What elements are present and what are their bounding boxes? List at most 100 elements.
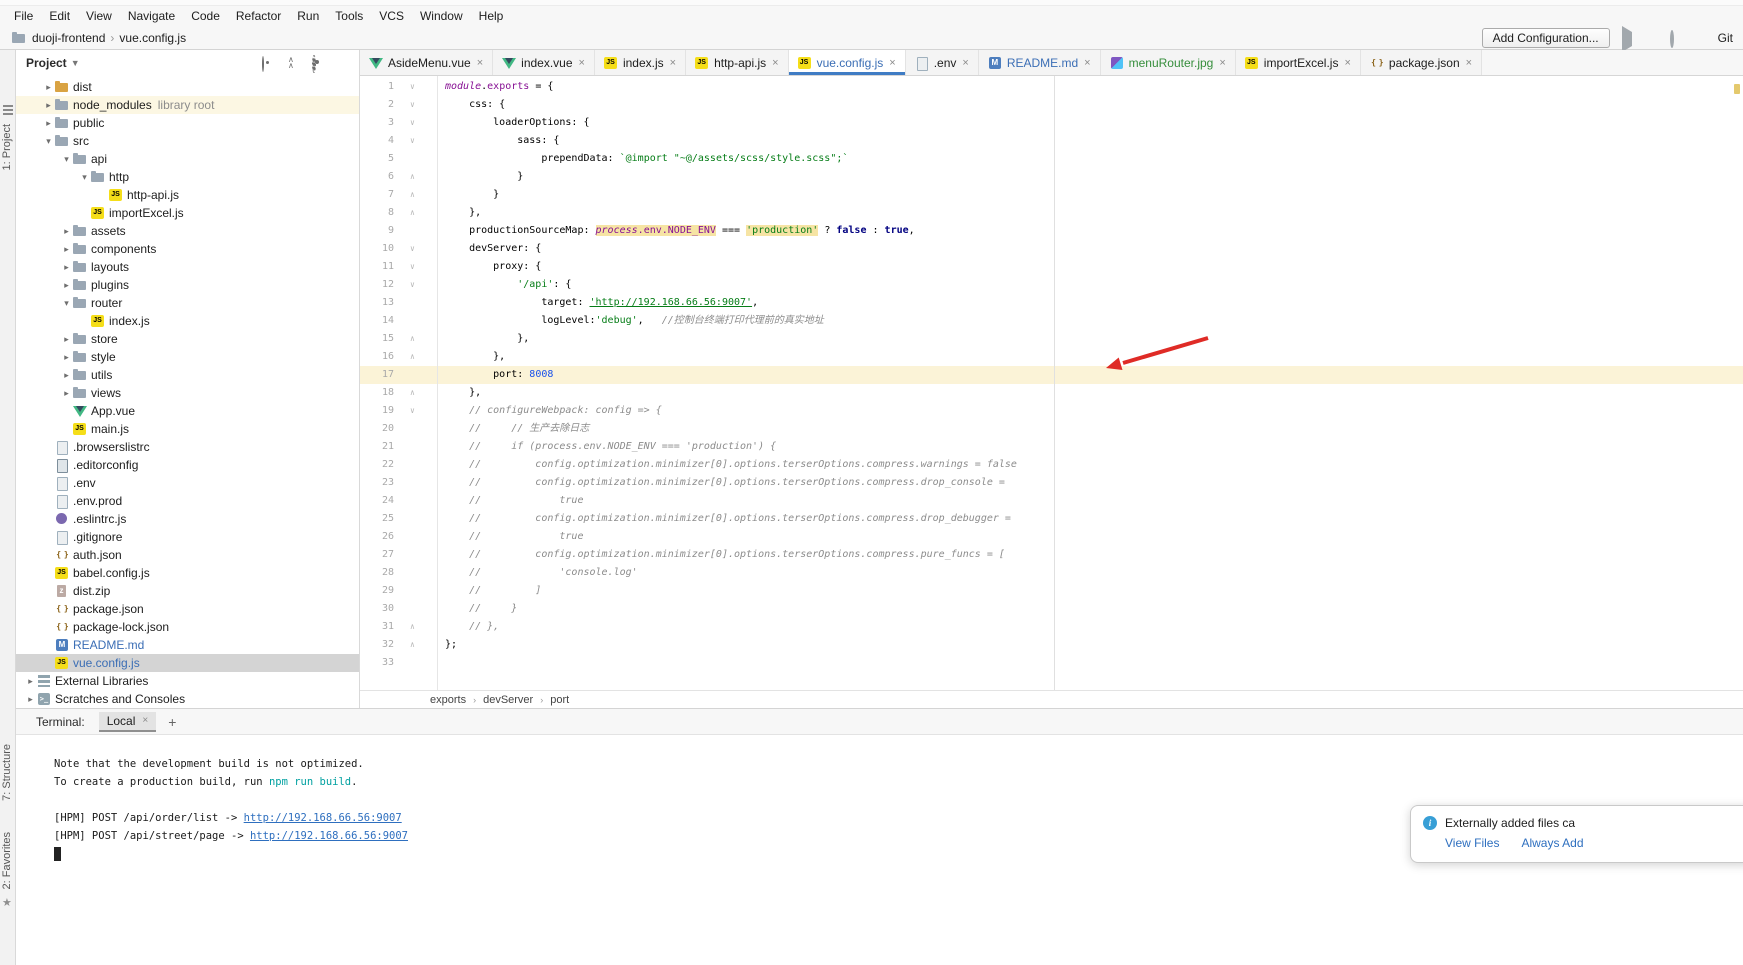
tree-row-package-json[interactable]: package.json	[16, 600, 359, 618]
close-icon[interactable]: ×	[1344, 57, 1350, 69]
tree-row-babel-config-js[interactable]: babel.config.js	[16, 564, 359, 582]
git-widget[interactable]: Git	[1718, 31, 1735, 45]
editor-tab-readme-md[interactable]: README.md×	[979, 50, 1101, 75]
editor-tab-vue-config-js[interactable]: vue.config.js×	[789, 50, 906, 75]
code-line-12[interactable]: 12∨ '/api': {	[360, 276, 1743, 294]
view-files-link[interactable]: View Files	[1445, 836, 1499, 850]
code-line-17[interactable]: 17 port: 8008	[360, 366, 1743, 384]
tree-row-api[interactable]: ▾api	[16, 150, 359, 168]
breadcrumb-port[interactable]: port	[550, 694, 569, 706]
new-terminal-session-button[interactable]: +	[168, 714, 176, 730]
line-number[interactable]: 23	[360, 474, 394, 492]
line-number[interactable]: 24	[360, 492, 394, 510]
tree-row-gitignore[interactable]: .gitignore	[16, 528, 359, 546]
line-number[interactable]: 1	[360, 78, 394, 96]
terminal-link[interactable]: http://192.168.66.56:9007	[250, 830, 408, 842]
editor-tab-menurouter-jpg[interactable]: menuRouter.jpg×	[1101, 50, 1236, 75]
line-number[interactable]: 26	[360, 528, 394, 546]
code-line-4[interactable]: 4∨ sass: {	[360, 132, 1743, 150]
tree-row-views[interactable]: ▸views	[16, 384, 359, 402]
chevron-down-icon[interactable]: ▾	[42, 132, 55, 150]
line-number[interactable]: 12	[360, 276, 394, 294]
code-line-32[interactable]: 32∧};	[360, 636, 1743, 654]
chevron-down-icon[interactable]: ▼	[71, 58, 80, 68]
hide-panel-icon[interactable]	[337, 57, 349, 69]
breadcrumb-exports[interactable]: exports	[430, 694, 466, 706]
code-line-23[interactable]: 23 // config.optimization.minimizer[0].o…	[360, 474, 1743, 492]
line-number[interactable]: 5	[360, 150, 394, 168]
code-line-3[interactable]: 3∨ loaderOptions: {	[360, 114, 1743, 132]
line-number[interactable]: 29	[360, 582, 394, 600]
add-configuration-button[interactable]: Add Configuration...	[1482, 28, 1610, 48]
close-icon[interactable]: ×	[1219, 57, 1225, 69]
code-line-20[interactable]: 20 // // 生产去除日志	[360, 420, 1743, 438]
chevron-right-icon[interactable]: ▸	[60, 348, 73, 366]
fold-marker-icon[interactable]: ∨	[394, 78, 437, 96]
tree-row-router[interactable]: ▾router	[16, 294, 359, 312]
project-panel-title[interactable]: Project	[26, 56, 67, 70]
chevron-right-icon[interactable]: ▸	[60, 258, 73, 276]
editor-tab-package-json[interactable]: package.json×	[1361, 50, 1482, 75]
code-line-26[interactable]: 26 // true	[360, 528, 1743, 546]
line-number[interactable]: 3	[360, 114, 394, 132]
tree-row-scratches-and-consoles[interactable]: ▸Scratches and Consoles	[16, 690, 359, 708]
code-line-21[interactable]: 21 // if (process.env.NODE_ENV === 'prod…	[360, 438, 1743, 456]
code-line-31[interactable]: 31∧ // },	[360, 618, 1743, 636]
editor-tab-index-js[interactable]: index.js×	[595, 50, 686, 75]
code-line-7[interactable]: 7∧ }	[360, 186, 1743, 204]
line-number[interactable]: 7	[360, 186, 394, 204]
line-number[interactable]: 32	[360, 636, 394, 654]
line-number[interactable]: 21	[360, 438, 394, 456]
tree-row-style[interactable]: ▸style	[16, 348, 359, 366]
gear-icon[interactable]	[312, 57, 324, 69]
chevron-down-icon[interactable]: ▾	[78, 168, 91, 186]
editor-tab-importexcel-js[interactable]: importExcel.js×	[1236, 50, 1361, 75]
code-line-33[interactable]: 33	[360, 654, 1743, 672]
line-number[interactable]: 27	[360, 546, 394, 564]
menu-code[interactable]: Code	[183, 6, 228, 27]
tree-row-store[interactable]: ▸store	[16, 330, 359, 348]
tree-row-eslintrc-js[interactable]: .eslintrc.js	[16, 510, 359, 528]
terminal-link[interactable]: http://192.168.66.56:9007	[244, 812, 402, 824]
menu-window[interactable]: Window	[412, 6, 471, 27]
tree-row-package-lock-json[interactable]: package-lock.json	[16, 618, 359, 636]
menu-refactor[interactable]: Refactor	[228, 6, 289, 27]
fold-marker-icon[interactable]: ∨	[394, 132, 437, 150]
chevron-right-icon[interactable]: ▸	[60, 330, 73, 348]
tree-row-vue-config-js[interactable]: vue.config.js	[16, 654, 359, 672]
always-add-link[interactable]: Always Add	[1521, 836, 1583, 850]
line-number[interactable]: 20	[360, 420, 394, 438]
chevron-right-icon[interactable]: ▸	[24, 690, 37, 708]
chevron-right-icon[interactable]: ▸	[60, 276, 73, 294]
collapse-all-icon[interactable]	[287, 57, 299, 69]
close-icon[interactable]: ×	[889, 57, 895, 69]
breadcrumb-project[interactable]: duoji-frontend	[32, 31, 105, 45]
line-number[interactable]: 25	[360, 510, 394, 528]
menu-tools[interactable]: Tools	[327, 6, 371, 27]
chevron-right-icon[interactable]: ▸	[60, 222, 73, 240]
chevron-right-icon[interactable]: ▸	[42, 78, 55, 96]
tree-row-importexcel-js[interactable]: importExcel.js	[16, 204, 359, 222]
close-icon[interactable]: ×	[772, 57, 778, 69]
tree-row-public[interactable]: ▸public	[16, 114, 359, 132]
line-number[interactable]: 4	[360, 132, 394, 150]
line-number[interactable]: 33	[360, 654, 394, 672]
menu-file[interactable]: File	[6, 6, 41, 27]
code-line-22[interactable]: 22 // config.optimization.minimizer[0].o…	[360, 456, 1743, 474]
line-number[interactable]: 17	[360, 366, 394, 384]
tree-row-plugins[interactable]: ▸plugins	[16, 276, 359, 294]
fold-marker-icon[interactable]: ∧	[394, 636, 437, 654]
tree-row-main-js[interactable]: main.js	[16, 420, 359, 438]
code-line-16[interactable]: 16∧ },	[360, 348, 1743, 366]
close-icon[interactable]: ×	[1084, 57, 1090, 69]
line-number[interactable]: 18	[360, 384, 394, 402]
fold-marker-icon[interactable]: ∨	[394, 276, 437, 294]
chevron-down-icon[interactable]: ▾	[60, 294, 73, 312]
code-line-27[interactable]: 27 // config.optimization.minimizer[0].o…	[360, 546, 1743, 564]
tree-row-browserslistrc[interactable]: .browserslistrc	[16, 438, 359, 456]
code-editor[interactable]: 1∨module.exports = {2∨ css: {3∨ loaderOp…	[360, 76, 1743, 690]
tree-row-utils[interactable]: ▸utils	[16, 366, 359, 384]
tree-row-index-js[interactable]: index.js	[16, 312, 359, 330]
code-line-1[interactable]: 1∨module.exports = {	[360, 78, 1743, 96]
tree-row-app-vue[interactable]: App.vue	[16, 402, 359, 420]
